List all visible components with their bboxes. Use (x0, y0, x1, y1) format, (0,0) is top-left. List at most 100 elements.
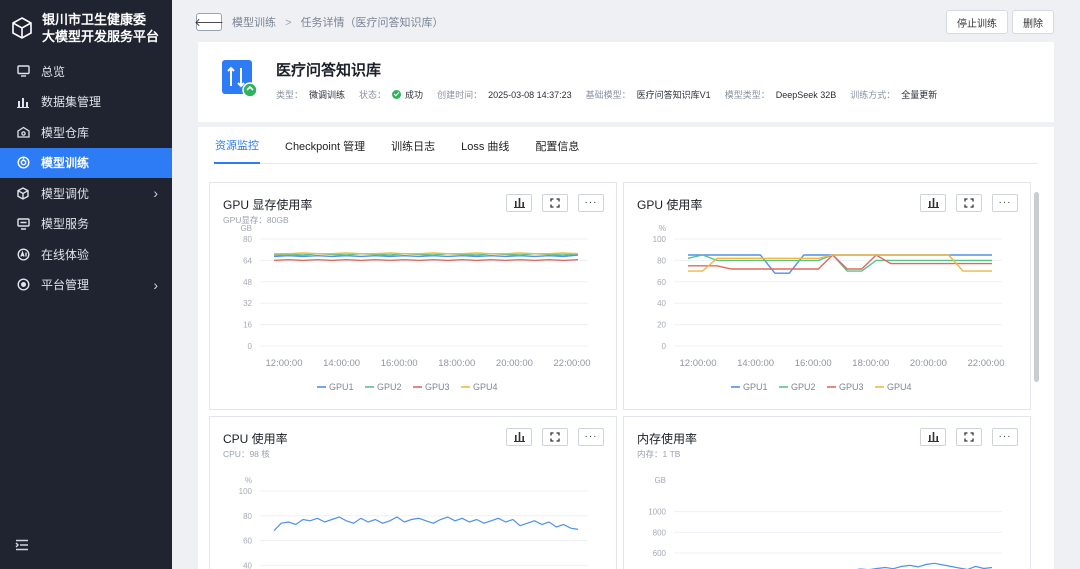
sidebar: 银川市卫生健康委 大模型开发服务平台 总览 数据集管理 模型仓库 模型训练 模型… (0, 0, 172, 569)
model-repo-icon (16, 125, 30, 139)
x-tick-label: 12:00:00 (266, 358, 303, 369)
delete-button[interactable]: 删除 (1012, 10, 1054, 34)
y-tick-label: 40 (657, 299, 666, 308)
x-tick-label: 16:00:00 (381, 358, 418, 369)
series-line-gpu3 (688, 254, 992, 270)
y-tick-label: 32 (243, 299, 252, 308)
monitor-icon (16, 64, 30, 78)
sidebar-item-model-tuning[interactable]: 模型调优 › (0, 178, 172, 209)
y-tick-label: 80 (243, 235, 252, 244)
top-actions: 停止训练 删除 (946, 10, 1054, 34)
series-line-gpu3 (273, 258, 579, 262)
legend-item[interactable]: GPU3 (839, 382, 864, 392)
legend-item[interactable]: GPU1 (329, 382, 354, 392)
y-tick-label: 80 (657, 256, 666, 265)
gpu-usage-panel: GPU 使用率 ···% 0 20 40 60 80 100 12:00:00 14:00:00 1… (623, 182, 1031, 410)
arrow-left-icon: 🡐 (194, 17, 224, 29)
legend-item[interactable]: GPU2 (791, 382, 816, 392)
sidebar-item-label: 模型调优 (41, 186, 90, 201)
meta-model-type: 模型类型： DeepSeek 32B (725, 88, 837, 101)
legend-item[interactable]: GPU2 (377, 382, 402, 392)
sidebar-item-datasets[interactable]: 数据集管理 (0, 87, 172, 118)
y-tick-label: 48 (243, 278, 252, 287)
tab-checkpoint[interactable]: Checkpoint 管理 (284, 127, 366, 164)
y-tick-label: 60 (657, 278, 666, 287)
sidebar-item-online-experience[interactable]: 在线体验 (0, 239, 172, 270)
line-chart: % 40 60 80 100 (239, 476, 588, 569)
sidebar-item-platform-admin[interactable]: 平台管理 › (0, 270, 172, 301)
task-title: 医疗问答知识库 (276, 62, 382, 79)
tab-config[interactable]: 配置信息 (534, 127, 580, 164)
y-unit-label: GB (240, 224, 252, 233)
sidebar-item-label: 在线体验 (41, 247, 90, 262)
app-title-line2: 大模型开发服务平台 (42, 29, 160, 44)
sidebar-nav: 总览 数据集管理 模型仓库 模型训练 模型调优 › 模型服务 在线体验 平台管理… (0, 56, 172, 300)
sidebar-item-model-service[interactable]: 模型服务 (0, 209, 172, 240)
series-line-cpu (273, 516, 579, 532)
brand: 银川市卫生健康委 大模型开发服务平台 (0, 0, 172, 56)
y-unit-label: % (659, 224, 666, 233)
x-tick-label: 18:00:00 (852, 358, 889, 369)
series-line-内存 (835, 562, 993, 569)
meta-value: 医疗问答知识库V1 (636, 90, 711, 100)
bar-chart-icon (16, 95, 30, 109)
meta-value: 微调训练 (309, 90, 346, 100)
meta-key: 训练方式： (850, 90, 896, 100)
y-unit-label: GB (654, 476, 666, 485)
meta-key: 状态： (359, 90, 387, 100)
x-tick-label: 18:00:00 (438, 358, 475, 369)
sidebar-item-overview[interactable]: 总览 (0, 56, 172, 87)
x-tick-label: 12:00:00 (680, 358, 717, 369)
task-icon (222, 60, 258, 98)
tab-training-log[interactable]: 训练日志 (390, 127, 436, 164)
breadcrumb-item-training[interactable]: 模型训练 (232, 17, 276, 29)
meta-base-model: 基础模型： 医疗问答知识库V1 (586, 88, 711, 101)
topbar: 🡐 模型训练 > 任务详情（医疗问答知识库） 停止训练 删除 (194, 10, 1056, 34)
gpu-memory-panel: GPU 显存使用率 GPU显存：80GB ··· GB 0 16 32 48 64 80 12:00… (209, 182, 617, 410)
scrollbar-thumb[interactable] (1034, 192, 1039, 382)
series-line-gpu4 (274, 252, 579, 255)
task-meta: 类型： 微调训练 状态： 成功 创建时间： 2025-03-08 14:37:23 基… (276, 88, 951, 101)
tab-resource-monitor[interactable]: 资源监控 (214, 127, 260, 164)
status-value: 成功 (405, 90, 424, 100)
sidebar-item-label: 总览 (41, 64, 66, 79)
cube-icon (16, 186, 30, 200)
meta-train-mode: 训练方式： 全量更新 (850, 88, 937, 101)
x-tick-label: 22:00:00 (968, 358, 1005, 369)
chevron-right-icon: › (153, 276, 158, 293)
target-icon (16, 278, 30, 292)
sidebar-item-model-training[interactable]: 模型训练 (0, 147, 172, 178)
ai-experience-icon (16, 247, 30, 261)
tab-bar: 资源监控 Checkpoint 管理 训练日志 Loss 曲线 配置信息 (214, 127, 1038, 164)
y-unit-label: % (245, 476, 252, 485)
content-panel: 资源监控 Checkpoint 管理 训练日志 Loss 曲线 配置信息 GPU… (198, 127, 1054, 569)
meta-type: 类型： 微调训练 (276, 88, 345, 101)
legend-item[interactable]: GPU4 (887, 382, 912, 392)
line-chart: GB 0 16 32 48 64 80 12:00:00 14:00:00 16:00:00 18:… (240, 224, 591, 392)
x-tick-label: 22:00:00 (554, 358, 591, 369)
task-header-card: 医疗问答知识库 类型： 微调训练 状态： 成功 创建时间： 2025-03-08 14… (198, 42, 1054, 122)
service-icon (16, 217, 30, 231)
breadcrumb-separator: > (285, 17, 292, 29)
y-tick-label: 100 (239, 487, 253, 496)
y-tick-label: 64 (243, 256, 252, 265)
legend-item[interactable]: GPU4 (473, 382, 498, 392)
legend-item[interactable]: GPU3 (425, 382, 450, 392)
sidebar-item-model-repo[interactable]: 模型仓库 (0, 117, 172, 148)
breadcrumb-item-current: 任务详情（医疗问答知识库） (300, 17, 444, 29)
meta-key: 模型类型： (724, 90, 770, 100)
tab-loss-curve[interactable]: Loss 曲线 (460, 127, 510, 164)
y-tick-label: 16 (243, 321, 252, 330)
x-tick-label: 14:00:00 (323, 358, 360, 369)
collapse-menu-icon[interactable] (14, 537, 30, 553)
sidebar-item-label: 平台管理 (41, 278, 90, 293)
sidebar-item-label: 数据集管理 (41, 95, 102, 110)
y-tick-label: 80 (243, 512, 252, 521)
memory-usage-panel: 内存使用率内存：1 TB···GB4006008001000 (623, 416, 1031, 569)
x-tick-label: 20:00:00 (910, 358, 947, 369)
x-tick-label: 20:00:00 (496, 358, 533, 369)
stop-training-button[interactable]: 停止训练 (946, 10, 1008, 34)
sidebar-item-label: 模型训练 (41, 156, 90, 171)
back-button[interactable]: 🡐 (194, 13, 224, 31)
legend-item[interactable]: GPU1 (743, 382, 768, 392)
